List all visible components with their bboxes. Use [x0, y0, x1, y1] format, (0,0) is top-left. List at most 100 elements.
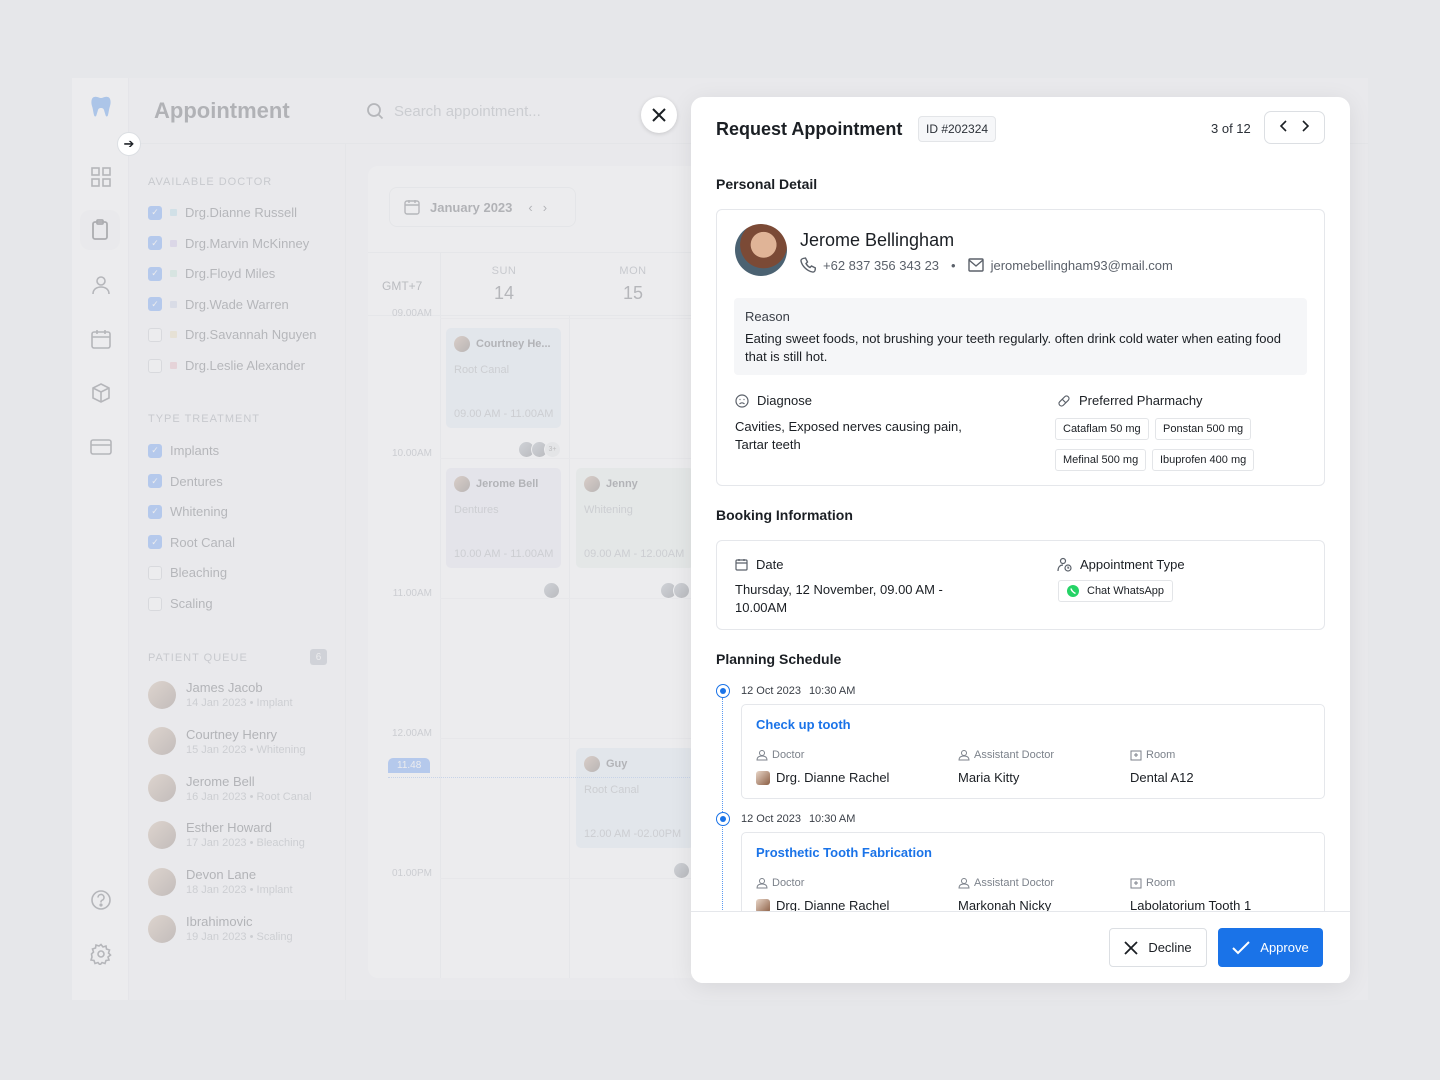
room-label-text: Room — [1146, 877, 1176, 889]
treatment-name: Scaling — [170, 596, 213, 611]
checkbox[interactable] — [148, 565, 162, 580]
clipboard-icon[interactable] — [80, 210, 120, 250]
search-input[interactable]: Search appointment... — [394, 103, 541, 120]
appointment-event[interactable]: Jenny Whitening 09.00 AM - 12.00AM — [576, 468, 694, 568]
plan-title: Check up tooth — [756, 717, 851, 732]
treatment-filter-item[interactable]: Bleaching — [148, 565, 227, 580]
doctor-name: Drg.Savannah Nguyen — [185, 327, 317, 343]
checkbox[interactable]: ✓ — [148, 504, 162, 519]
personal-detail-heading: Personal Detail — [716, 176, 818, 192]
doctor-color-dot — [170, 209, 177, 216]
doctors-title: AVAILABLE DOCTOR — [148, 176, 273, 188]
checkbox[interactable]: ✓ — [148, 443, 162, 458]
patient-queue-item[interactable]: Jerome Bell 16 Jan 2023 • Root Canal — [148, 774, 312, 803]
patient-email[interactable]: jeromebellingham93@mail.com — [991, 258, 1173, 273]
expand-sidebar-button[interactable]: ➔ — [117, 132, 141, 156]
check-icon — [1232, 940, 1250, 954]
checkbox[interactable]: ✓ — [148, 266, 162, 281]
close-panel-button[interactable] — [641, 97, 677, 133]
checkbox[interactable]: ✓ — [148, 474, 162, 489]
appointment-type-value: Chat WhatsApp — [1087, 585, 1165, 597]
box-icon[interactable] — [86, 378, 116, 408]
doctor-filter-item[interactable]: ✓ Drg.Floyd Miles — [148, 266, 275, 281]
help-icon[interactable] — [86, 885, 116, 915]
next-month-button[interactable]: › — [543, 200, 547, 215]
plan-card[interactable]: Check up tooth Doctor Drg. Dianne Rachel As… — [741, 704, 1325, 799]
doctor-avatar — [756, 770, 770, 785]
prev-request-button[interactable] — [1279, 119, 1287, 137]
doctor-filter-item[interactable]: Drg.Leslie Alexander — [148, 358, 305, 373]
timeline-line — [722, 698, 723, 912]
patient-phone: +62 837 356 343 23 — [823, 257, 940, 273]
month-selector[interactable]: January 2023 ‹ › — [389, 187, 576, 227]
day-name: SUN — [491, 265, 517, 277]
room-label-text: Room — [1146, 749, 1176, 761]
checkbox[interactable]: ✓ — [148, 205, 162, 220]
treatment-filter-item[interactable]: ✓ Whitening — [148, 504, 228, 519]
patient-queue-item[interactable]: Devon Lane 18 Jan 2023 • Implant — [148, 867, 293, 896]
nav-rail — [72, 78, 129, 1000]
room-label: Room — [1130, 749, 1175, 761]
dashboard-icon[interactable] — [86, 162, 116, 192]
current-time-line — [388, 777, 708, 778]
doctor-filter-item[interactable]: ✓ Drg.Wade Warren — [148, 297, 289, 312]
approve-button[interactable]: Approve — [1218, 928, 1323, 967]
time-label: 10.00AM — [391, 448, 432, 459]
checkbox[interactable] — [148, 327, 162, 342]
attendee-avatar — [673, 582, 690, 599]
next-request-button[interactable] — [1302, 119, 1310, 137]
patient-queue-item[interactable]: Ibrahimovic 19 Jan 2023 • Scaling — [148, 914, 293, 943]
patient-meta: 17 Jan 2023 • Bleaching — [186, 837, 305, 850]
avatar — [148, 727, 176, 756]
appointment-type-text: Appointment Type — [1080, 557, 1185, 572]
day-column-sun[interactable]: SUN 14 — [474, 265, 534, 304]
event-patient: Jenny — [584, 476, 686, 492]
checkbox[interactable]: ✓ — [148, 236, 162, 251]
doctor-label-text: Doctor — [772, 749, 805, 761]
patient-queue-item[interactable]: James Jacob 14 Jan 2023 • Implant — [148, 680, 293, 709]
more-attendees-badge[interactable]: 3+ — [544, 441, 561, 458]
settings-icon[interactable] — [86, 939, 116, 969]
appointment-event[interactable]: Guy Root Canal 12.00 AM -02.00PM — [576, 748, 694, 848]
search-bar[interactable]: Search appointment... — [366, 102, 541, 120]
decline-button[interactable]: Decline — [1109, 928, 1207, 967]
checkbox[interactable]: ✓ — [148, 297, 162, 312]
room-icon — [1130, 750, 1142, 761]
event-treatment: Root Canal — [454, 364, 510, 376]
calendar-header: GMT+7 SUN 14 MON 15 — [368, 252, 708, 316]
patient-queue-item[interactable]: Courtney Henry 15 Jan 2023 • Whitening — [148, 727, 305, 756]
plan-time: 10:30 AM — [808, 685, 856, 697]
event-patient: Courtney He... — [454, 336, 553, 352]
diagnose-value: Cavities, Exposed nerves causing pain, T… — [735, 419, 962, 452]
user-icon[interactable] — [86, 270, 116, 300]
doctor-filter-item[interactable]: Drg.Savannah Nguyen — [148, 327, 317, 342]
calendar-icon — [735, 559, 748, 571]
appointment-event[interactable]: Jerome Bell Dentures 10.00 AM - 11.00AM — [446, 468, 561, 568]
treatment-filter-item[interactable]: ✓ Implants — [148, 443, 219, 458]
credit-card-icon[interactable] — [86, 432, 116, 462]
grid-line — [440, 458, 708, 459]
checkbox[interactable] — [148, 596, 162, 611]
day-column-mon[interactable]: MON 15 — [603, 265, 663, 304]
checkbox[interactable]: ✓ — [148, 535, 162, 550]
appointment-event[interactable]: Courtney He... Root Canal 09.00 AM - 11.00… — [446, 328, 561, 428]
treatment-filter-item[interactable]: Scaling — [148, 596, 213, 611]
doctor-color-dot — [170, 362, 177, 369]
treatment-filter-item[interactable]: ✓ Dentures — [148, 474, 223, 489]
pager-text: 3 of 12 — [1211, 121, 1251, 136]
treatment-filter-item[interactable]: ✓ Root Canal — [148, 535, 235, 550]
checkbox[interactable] — [148, 358, 162, 373]
appointment-id-badge: ID #202324 — [918, 116, 997, 142]
pharmacy-pill: Mefinal 500 mg — [1055, 449, 1147, 471]
doctor-filter-item[interactable]: ✓ Drg.Dianne Russell — [148, 205, 297, 220]
chevron-left-icon — [1279, 119, 1287, 132]
reason-box: Reason Eating sweet foods, not brushing … — [734, 298, 1307, 375]
calendar-icon[interactable] — [86, 324, 116, 354]
patient-meta: 15 Jan 2023 • Whitening — [186, 743, 306, 756]
patient-queue-item[interactable]: Esther Howard 17 Jan 2023 • Bleaching — [148, 820, 305, 849]
avatar — [148, 914, 176, 943]
planning-heading: Planning Schedule — [716, 651, 842, 667]
plan-time: 10:30 AM — [808, 813, 856, 825]
doctor-filter-item[interactable]: ✓ Drg.Marvin McKinney — [148, 236, 309, 251]
prev-month-button[interactable]: ‹ — [528, 200, 532, 215]
